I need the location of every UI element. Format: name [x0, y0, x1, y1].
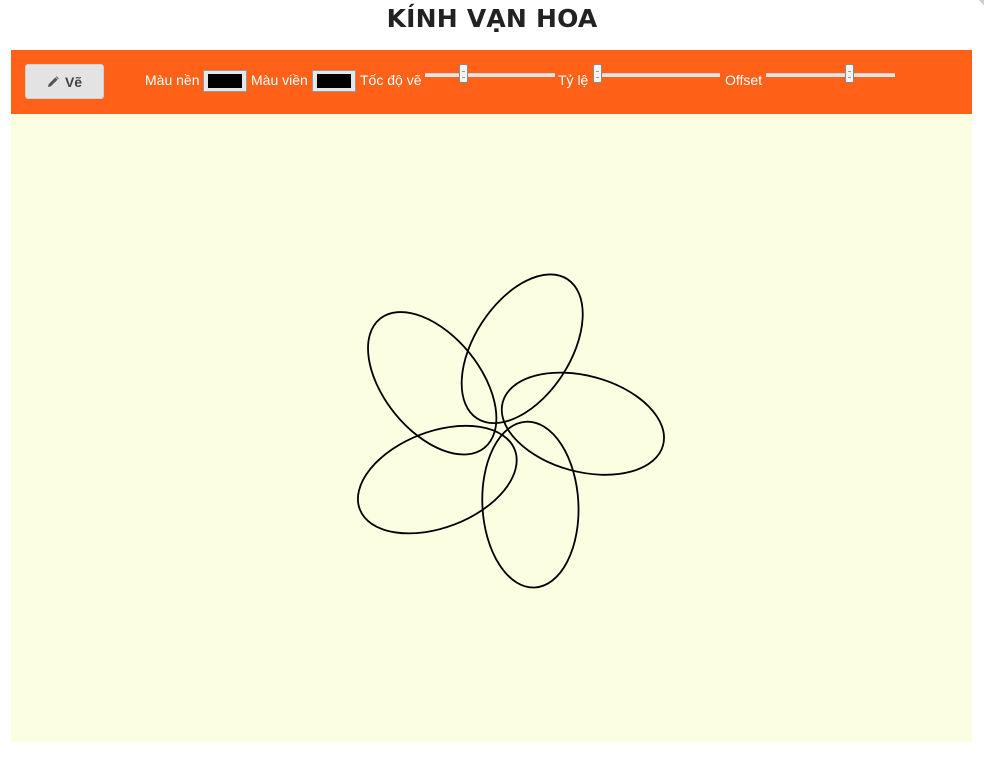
flower-petal	[357, 424, 518, 535]
offset-label: Offset	[725, 72, 763, 88]
draw-button-label: Vẽ	[64, 73, 83, 90]
offset-slider-track	[766, 73, 895, 77]
ratio-label: Tỷ lệ	[558, 72, 589, 88]
speed-slider-track	[425, 73, 555, 77]
background-color-picker[interactable]	[203, 70, 247, 92]
flower-petal	[367, 311, 498, 456]
ratio-slider[interactable]	[593, 64, 720, 86]
toolbar: Vẽ Màu nền Màu viền Tốc độ vẽ Tỷ lệ Offs…	[11, 50, 972, 114]
speed-slider-thumb[interactable]	[459, 64, 468, 83]
drawing-canvas[interactable]	[11, 114, 972, 742]
page-title: KÍNH VẠN HOA	[386, 4, 598, 33]
offset-slider[interactable]	[766, 64, 895, 86]
corner-decoration	[978, 0, 984, 6]
offset-slider-thumb[interactable]	[844, 64, 854, 83]
flower-petal	[481, 420, 580, 589]
speed-slider[interactable]	[425, 64, 555, 86]
border-color-picker[interactable]	[312, 70, 356, 92]
border-color-fill	[317, 74, 351, 88]
draw-button[interactable]: Vẽ	[25, 64, 104, 99]
ratio-slider-thumb[interactable]	[593, 64, 603, 83]
flower-petal	[460, 273, 584, 425]
ratio-slider-track	[593, 73, 720, 77]
background-color-label: Màu nền	[145, 72, 200, 88]
background-color-fill	[208, 74, 242, 88]
kaleidoscope-drawing	[357, 273, 665, 589]
speed-label: Tốc độ vẽ	[360, 72, 422, 88]
pencil-icon	[47, 75, 59, 88]
app-page: KÍNH VẠN HOA Vẽ Màu nền Màu viền Tốc độ …	[0, 0, 984, 759]
border-color-label: Màu viền	[251, 72, 308, 88]
